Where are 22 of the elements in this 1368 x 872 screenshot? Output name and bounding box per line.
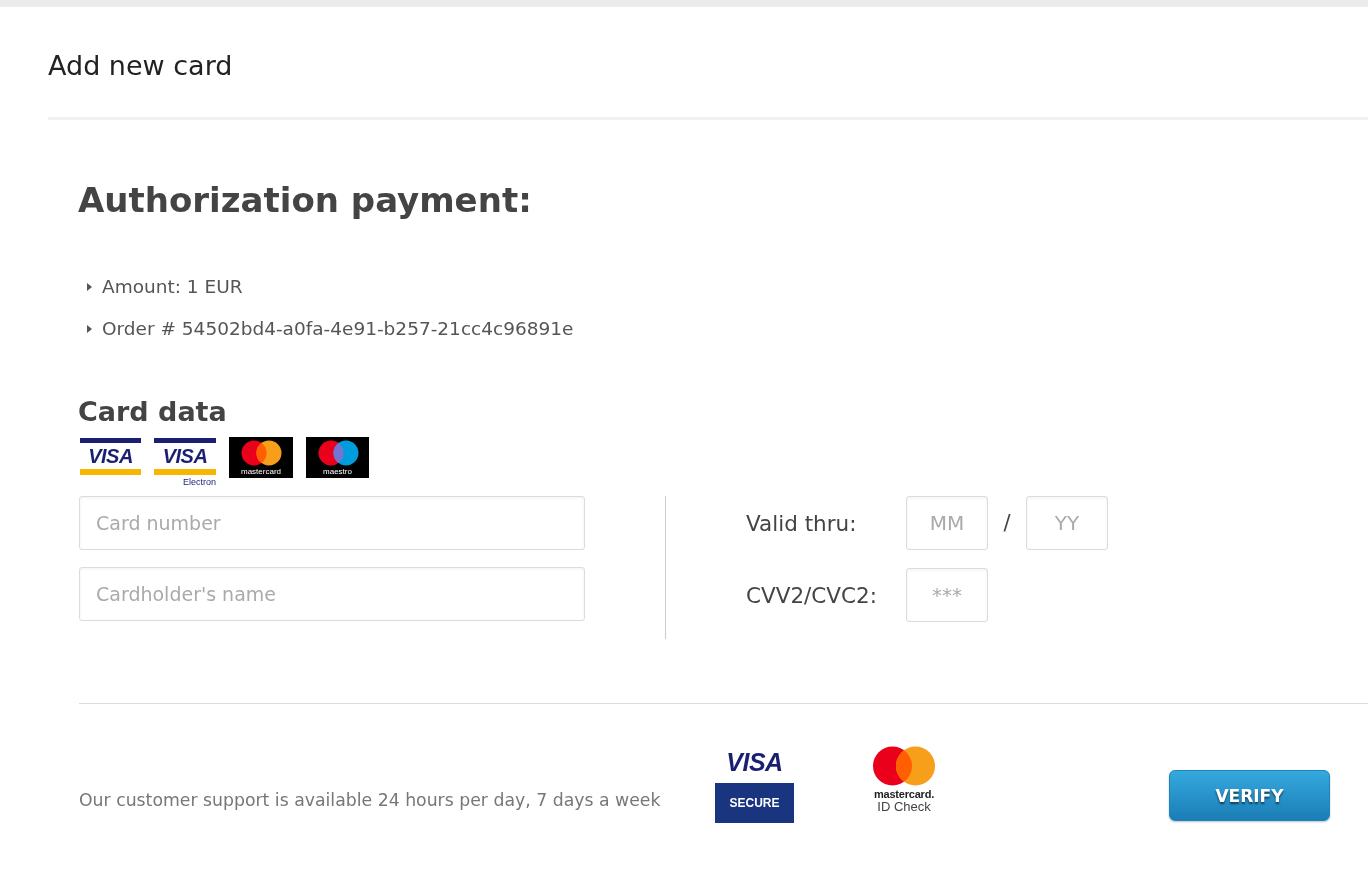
expiry-month-field[interactable]: MM <box>906 496 988 550</box>
valid-thru-label: Valid thru: <box>746 510 857 536</box>
mastercard-logo: mastercard <box>229 437 293 478</box>
cvv-label: CVV2/CVC2: <box>746 582 877 608</box>
date-separator: / <box>1003 511 1011 535</box>
visa-electron-logo: VISA Electron <box>154 437 216 488</box>
section-heading: Authorization payment: <box>78 179 532 222</box>
card-data-heading: Card data <box>78 395 227 429</box>
expiry-year-field[interactable]: YY <box>1026 496 1108 550</box>
caret-icon <box>87 325 92 333</box>
mastercard-id-check-logo: mastercard. ID Check <box>868 746 940 823</box>
maestro-logo: maestro <box>306 437 369 478</box>
cardholder-name-field[interactable]: Cardholder's name <box>79 567 585 621</box>
caret-icon <box>87 283 92 291</box>
page-title: Add new card <box>48 49 233 83</box>
support-text: Our customer support is available 24 hours per day, 7 days a week <box>79 790 661 810</box>
cvv-field[interactable]: *** <box>906 568 988 622</box>
detail-text: Order # 54502bd4-a0fa-4e91-b257-21cc4c96891e <box>102 317 574 341</box>
detail-text: Amount: 1 EUR <box>102 275 243 299</box>
verify-button[interactable]: VERIFY <box>1169 770 1330 821</box>
card-number-field[interactable]: Card number <box>79 496 585 550</box>
visa-logo: VISA <box>80 437 141 475</box>
